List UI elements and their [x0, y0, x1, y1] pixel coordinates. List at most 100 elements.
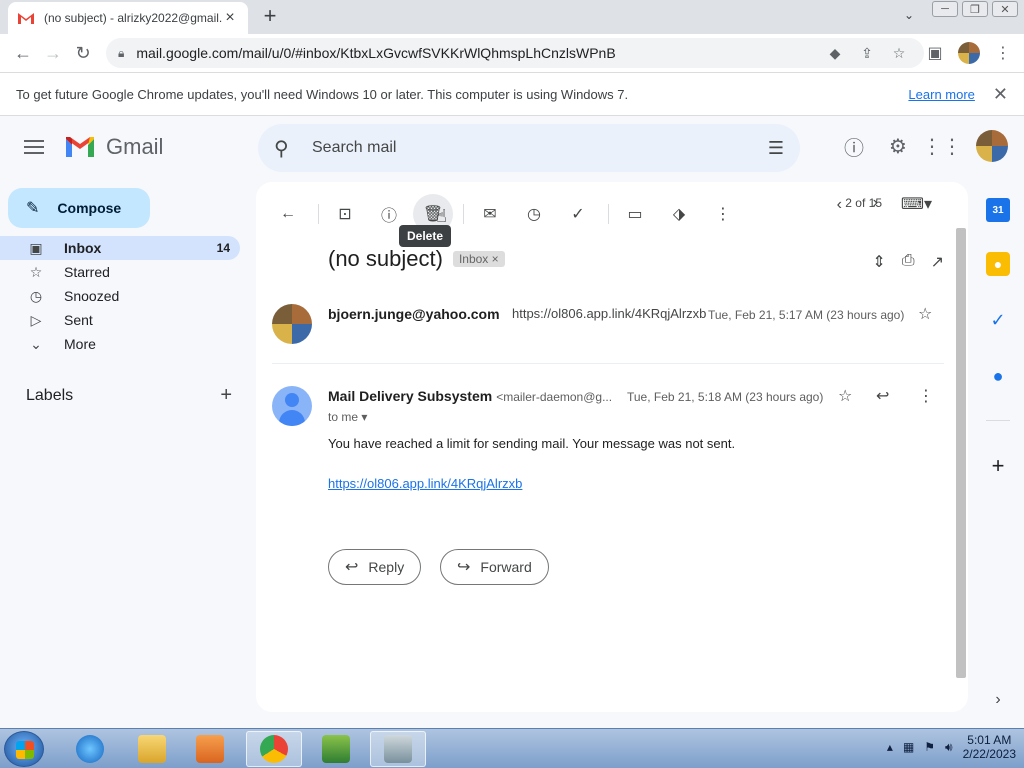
sidebar-item-more[interactable]: ⌄ More: [0, 332, 240, 356]
scrollbar[interactable]: [956, 228, 966, 678]
windows-taskbar: ▴ ▦ ⚑ 🔊︎ 5:01 AM 2/22/2023: [0, 728, 1024, 768]
print-icon[interactable]: ⎙: [902, 252, 915, 272]
chrome-menu-icon[interactable]: ⋮: [990, 38, 1016, 68]
inbox-count: 14: [216, 241, 230, 255]
reload-button[interactable]: ↻: [68, 38, 98, 68]
sender-name: bjoern.junge@yahoo.com: [328, 306, 500, 322]
open-new-window-icon[interactable]: ↗: [931, 252, 944, 272]
label-icon[interactable]: ⬗: [659, 194, 699, 234]
compose-button[interactable]: ✎ Compose: [8, 188, 150, 228]
network-icon[interactable]: ▦: [903, 740, 914, 754]
help-icon[interactable]: ⓘ: [838, 130, 870, 162]
browser-toolbar: ← → ↻ 🔒︎ mail.google.com/mail/u/0/#inbox…: [0, 34, 1024, 72]
sidebar-item-sent[interactable]: ▷ Sent: [0, 308, 240, 332]
chevron-down-icon: ⌄: [30, 335, 42, 352]
search-bar[interactable]: ⚲ Search mail ☰: [258, 124, 800, 172]
older-chevron-icon[interactable]: ›: [873, 194, 878, 212]
message-date: Tue, Feb 21, 5:17 AM (23 hours ago): [708, 308, 905, 322]
tasks-icon[interactable]: ✓: [986, 308, 1010, 332]
star-icon[interactable]: ☆: [838, 386, 852, 406]
search-icon[interactable]: ⚲: [274, 136, 298, 161]
address-bar[interactable]: 🔒︎ mail.google.com/mail/u/0/#inbox/KtbxL…: [106, 38, 924, 68]
volume-icon[interactable]: 🔊︎: [945, 740, 953, 755]
inbox-icon: ▣: [29, 239, 43, 256]
sidebar-item-snoozed[interactable]: ◷ Snoozed: [0, 284, 240, 308]
sender: Mail Delivery Subsystem <mailer-daemon@g.…: [328, 388, 612, 404]
update-infobar: To get future Google Chrome updates, you…: [0, 72, 1024, 116]
learn-more-link[interactable]: Learn more: [908, 87, 974, 102]
show-hidden-icons-icon[interactable]: ▴: [887, 740, 893, 754]
close-window-button[interactable]: ✕: [992, 1, 1018, 17]
internet-explorer-icon[interactable]: [62, 731, 118, 767]
show-side-panel-icon[interactable]: ›: [986, 688, 1010, 712]
clock[interactable]: 5:01 AM 2/22/2023: [963, 733, 1016, 761]
reply-icon[interactable]: ↩: [876, 386, 889, 406]
tab-close-icon[interactable]: ×: [222, 9, 238, 27]
sidebar-item-inbox[interactable]: ▣ Inbox 14: [0, 236, 240, 260]
search-options-icon[interactable]: ☰: [768, 138, 784, 159]
message-collapsed[interactable]: bjoern.junge@yahoo.com https://ol806.app…: [272, 302, 944, 364]
calendar-icon[interactable]: 31: [986, 198, 1010, 222]
close-infobar-icon[interactable]: ✕: [993, 84, 1008, 105]
remote-app-icon[interactable]: [370, 731, 426, 767]
share-icon[interactable]: ⇪: [854, 45, 880, 62]
inbox-label-chip[interactable]: Inbox ×: [452, 251, 505, 267]
more-options-icon[interactable]: ⋮: [703, 194, 743, 234]
newer-chevron-icon[interactable]: ‹: [837, 196, 842, 214]
gmail-favicon-icon: [18, 13, 34, 24]
more-vert-icon[interactable]: ⋮: [918, 386, 934, 406]
extension-icon[interactable]: ◆: [822, 45, 848, 62]
forward-button[interactable]: →: [38, 38, 68, 68]
move-to-icon[interactable]: ▭: [615, 194, 655, 234]
message-snippet: https://ol806.app.link/4KRqjAlrzxb: [512, 306, 707, 321]
browser-tab[interactable]: (no subject) - alrizky2022@gmail.com ×: [8, 2, 248, 34]
expand-all-icon[interactable]: ⇕: [872, 252, 885, 272]
recipient-details[interactable]: to me ▾: [328, 410, 367, 424]
url-text[interactable]: mail.google.com/mail/u/0/#inbox/KtbxLxGv…: [136, 45, 816, 61]
keyboard-input-icon[interactable]: ⌨▾: [901, 194, 932, 214]
reply-button[interactable]: ↩ Reply: [328, 549, 422, 585]
back-button[interactable]: ←: [8, 38, 38, 68]
lock-icon[interactable]: 🔒︎: [118, 46, 124, 61]
labels-heading: Labels: [26, 386, 74, 404]
account-avatar[interactable]: [976, 130, 1008, 162]
back-to-inbox-icon[interactable]: ←: [268, 194, 308, 234]
action-center-icon[interactable]: ⚑: [924, 740, 935, 754]
keep-icon[interactable]: ●: [986, 252, 1010, 276]
snooze-clock-icon[interactable]: ◷: [514, 194, 554, 234]
new-tab-button[interactable]: +: [258, 4, 282, 30]
tab-search-icon[interactable]: ⌄: [904, 8, 914, 22]
add-task-icon[interactable]: ✓: [558, 194, 598, 234]
apps-grid-icon[interactable]: ⋮⋮: [922, 130, 962, 162]
star-icon[interactable]: ☆: [918, 304, 932, 324]
csharp-app-icon[interactable]: [308, 731, 364, 767]
forward-arrow-icon: ↪: [457, 559, 471, 576]
side-panel-icon[interactable]: ▣: [922, 38, 948, 68]
bookmark-star-icon[interactable]: ☆: [886, 45, 912, 62]
get-addons-icon[interactable]: +: [986, 453, 1010, 478]
media-player-icon[interactable]: [182, 731, 238, 767]
message-link[interactable]: https://ol806.app.link/4KRqjAlrzxb: [328, 476, 522, 491]
add-label-icon[interactable]: +: [220, 384, 232, 407]
toolbar-separator: [318, 204, 319, 224]
sidebar-item-starred[interactable]: ☆ Starred: [0, 260, 240, 284]
clock-icon: ◷: [29, 287, 43, 304]
minimize-button[interactable]: ─: [932, 1, 958, 17]
archive-icon[interactable]: ⊡: [325, 194, 365, 234]
compose-label: Compose: [57, 200, 122, 216]
tab-title: (no subject) - alrizky2022@gmail.com: [44, 11, 222, 25]
gmail-logo[interactable]: Gmail: [64, 134, 163, 160]
restore-button[interactable]: ❐: [962, 1, 988, 17]
main-menu-icon[interactable]: [22, 136, 46, 160]
forward-button[interactable]: ↪ Forward: [440, 549, 549, 585]
mark-unread-icon[interactable]: ✉: [470, 194, 510, 234]
contacts-icon[interactable]: ●: [986, 364, 1010, 388]
file-explorer-icon[interactable]: [124, 731, 180, 767]
chrome-taskbar-icon[interactable]: [246, 731, 302, 767]
sender-address: <mailer-daemon@g...: [496, 390, 613, 404]
settings-gear-icon[interactable]: ⚙: [882, 130, 914, 162]
profile-avatar[interactable]: [956, 38, 982, 68]
start-button[interactable]: [4, 731, 44, 767]
nav-list: ▣ Inbox 14 ☆ Starred ◷ Snoozed ▷ Sent ⌄ …: [0, 236, 240, 356]
search-input[interactable]: Search mail: [312, 139, 768, 157]
